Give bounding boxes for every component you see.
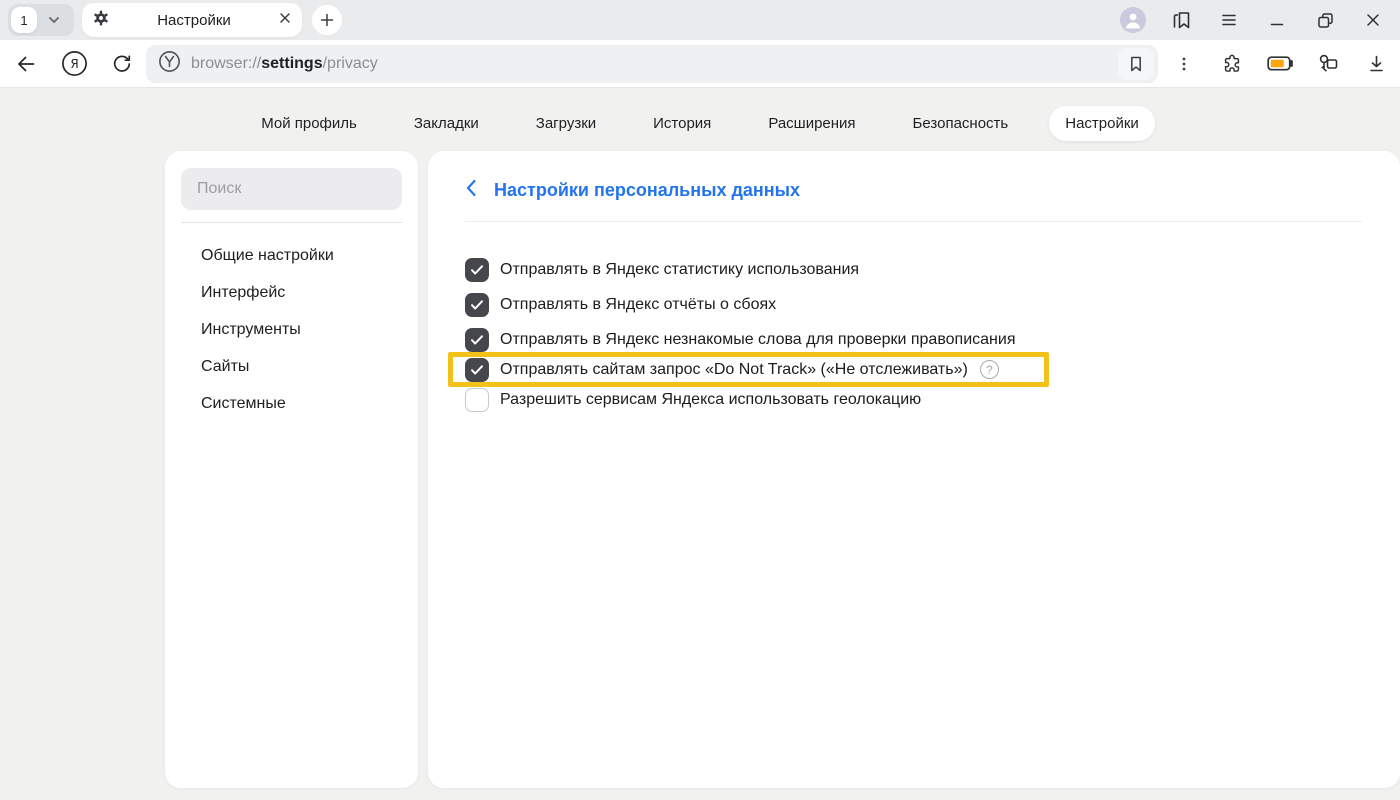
help-glyph: ? xyxy=(986,363,993,377)
checkbox-label: Отправлять сайтам запрос «Do Not Track» … xyxy=(500,361,968,379)
nav-tab-history[interactable]: История xyxy=(637,106,727,141)
checkbox-geolocation[interactable] xyxy=(465,388,489,412)
minimize-button[interactable] xyxy=(1253,0,1301,40)
help-icon[interactable]: ? xyxy=(980,360,999,379)
settings-nav-tabs: Мой профиль Закладки Загрузки История Ра… xyxy=(0,88,1400,151)
checkbox-list: Отправлять в Яндекс статистику использов… xyxy=(465,252,1362,417)
gear-icon xyxy=(92,9,110,32)
nav-tab-extensions[interactable]: Расширения xyxy=(752,106,871,141)
yandex-logo-icon[interactable]: Я xyxy=(50,40,98,88)
settings-sidebar: Общие настройки Интерфейс Инструменты Са… xyxy=(165,151,418,788)
profile-avatar[interactable] xyxy=(1109,0,1157,40)
checkbox-usage-stats[interactable] xyxy=(465,258,489,282)
tab-title: Настройки xyxy=(110,12,278,29)
sidebar-list: Общие настройки Интерфейс Инструменты Са… xyxy=(181,223,402,422)
chevron-down-icon[interactable] xyxy=(37,13,71,27)
nav-tab-bookmarks[interactable]: Закладки xyxy=(398,106,495,141)
site-badge-icon[interactable] xyxy=(158,50,181,78)
nav-tab-settings[interactable]: Настройки xyxy=(1049,106,1155,141)
checkbox-crash-reports[interactable] xyxy=(465,293,489,317)
tab-close-icon[interactable] xyxy=(278,11,292,30)
sidebar-item-general[interactable]: Общие настройки xyxy=(201,237,402,274)
checkbox-spellcheck-words[interactable] xyxy=(465,328,489,352)
checkbox-label: Отправлять в Яндекс статистику использов… xyxy=(500,261,859,279)
bookmarks-panel-icon[interactable] xyxy=(1157,0,1205,40)
checkbox-label: Отправлять в Яндекс отчёты о сбоях xyxy=(500,296,776,314)
sidebar-item-tools[interactable]: Инструменты xyxy=(201,311,402,348)
browser-tab[interactable]: Настройки xyxy=(82,3,302,37)
browser-window: 1 Настройки xyxy=(0,0,1400,800)
back-icon[interactable] xyxy=(2,40,50,88)
back-chevron-icon[interactable] xyxy=(465,179,477,202)
tab-strip: 1 Настройки xyxy=(0,0,1400,40)
panel-header: Настройки персональных данных xyxy=(465,179,1362,202)
page-title: Настройки персональных данных xyxy=(494,180,800,201)
checkbox-row-crash-reports[interactable]: Отправлять в Яндекс отчёты о сбоях xyxy=(465,287,1362,322)
nav-tab-profile[interactable]: Мой профиль xyxy=(245,106,373,141)
refresh-icon[interactable] xyxy=(98,40,146,88)
search-input[interactable] xyxy=(181,168,402,210)
nav-tab-downloads[interactable]: Загрузки xyxy=(520,106,612,141)
extensions-icon[interactable] xyxy=(1208,40,1256,88)
restore-button[interactable] xyxy=(1301,0,1349,40)
personal-data-panel: Настройки персональных данных Отправлять… xyxy=(428,151,1400,788)
kebab-menu-icon[interactable] xyxy=(1160,40,1208,88)
protect-keys-icon[interactable] xyxy=(1304,40,1352,88)
tab-group[interactable]: 1 xyxy=(8,4,74,36)
checkbox-do-not-track[interactable] xyxy=(465,358,489,382)
menu-icon[interactable] xyxy=(1205,0,1253,40)
tab-counter[interactable]: 1 xyxy=(11,7,37,33)
nav-tab-security[interactable]: Безопасность xyxy=(897,106,1025,141)
new-tab-button[interactable] xyxy=(312,5,342,35)
settings-layout: Общие настройки Интерфейс Инструменты Са… xyxy=(165,151,1400,788)
url-text[interactable]: browser://settings/privacy xyxy=(191,55,1118,73)
battery-icon[interactable] xyxy=(1256,40,1304,88)
sidebar-item-interface[interactable]: Интерфейс xyxy=(201,274,402,311)
bookmark-icon[interactable] xyxy=(1118,48,1154,80)
checkbox-row-geolocation[interactable]: Разрешить сервисам Яндекса использовать … xyxy=(465,382,1362,417)
checkbox-label: Отправлять в Яндекс незнакомые слова для… xyxy=(500,331,1015,349)
sidebar-item-system[interactable]: Системные xyxy=(201,385,402,422)
address-bar[interactable]: browser://settings/privacy xyxy=(146,45,1158,83)
checkbox-row-usage-stats[interactable]: Отправлять в Яндекс статистику использов… xyxy=(465,252,1362,287)
header-divider xyxy=(465,221,1362,222)
svg-text:Я: Я xyxy=(70,57,78,71)
settings-page: Мой профиль Закладки Загрузки История Ра… xyxy=(0,88,1400,800)
toolbar: Я browser://settings/privacy xyxy=(0,40,1400,88)
downloads-icon[interactable] xyxy=(1352,40,1400,88)
close-window-button[interactable] xyxy=(1349,0,1397,40)
sidebar-item-sites[interactable]: Сайты xyxy=(201,348,402,385)
checkbox-label: Разрешить сервисам Яндекса использовать … xyxy=(500,391,921,409)
